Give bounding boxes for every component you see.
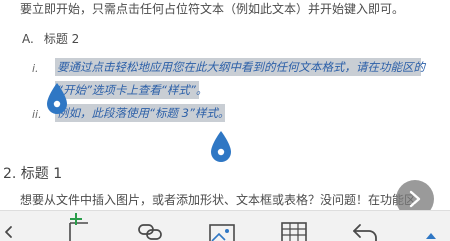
intro-paragraph[interactable]: 要立即开始，只需点击任何占位符文本（例如此文本）并开始键入即可。 <box>20 0 404 17</box>
selection-handle-icon <box>211 131 231 162</box>
body-paragraph[interactable]: 想要从文件中插入图片，或者添加形状、文本框或表格？没问题！在功能区的“插 <box>20 191 415 208</box>
table-icon <box>281 222 307 241</box>
list-marker-i: i. <box>32 62 39 75</box>
expand-toolbar-button[interactable] <box>414 211 448 241</box>
selected-text-line-1[interactable]: 要通过点击轻松地应用您在此大纲中看到的任何文本格式，请在功能区的 <box>55 58 425 76</box>
heading-1[interactable]: 2. 标题 1 <box>3 163 62 183</box>
insert-image-button[interactable] <box>205 211 239 241</box>
heading-2[interactable]: A. 标题 2 <box>22 30 79 47</box>
link-icon <box>138 224 162 240</box>
image-icon <box>209 224 235 241</box>
chevron-left-icon <box>5 226 12 238</box>
document-canvas[interactable]: 要立即开始，只需点击任何占位符文本（例如此文本）并开始键入即可。 A. 标题 2 … <box>0 0 450 210</box>
insert-link-button[interactable] <box>133 211 167 241</box>
insert-table-button[interactable] <box>277 211 311 241</box>
selected-text-line-2[interactable]: “开始”选项卡上查看“样式”。 <box>55 81 207 99</box>
add-text-box-icon <box>69 213 88 241</box>
selected-text-line-3[interactable]: 例如，此段落使用“标题 3”样式。 <box>55 104 229 122</box>
selection-start-handle[interactable] <box>42 80 72 120</box>
insert-text-box-button[interactable] <box>60 211 94 241</box>
chevron-right-icon <box>409 190 421 208</box>
toolbar-back-button[interactable] <box>0 211 34 241</box>
selection-end-handle[interactable] <box>206 128 236 168</box>
heading-2-marker: A. <box>22 32 34 46</box>
chevron-up-icon <box>426 233 436 239</box>
undo-icon <box>353 224 377 241</box>
list-marker-ii: ii. <box>32 108 42 121</box>
selection-handle-icon <box>47 83 67 114</box>
bottom-toolbar <box>0 210 450 241</box>
undo-button[interactable] <box>347 211 381 241</box>
heading-2-text: 标题 2 <box>43 32 80 46</box>
